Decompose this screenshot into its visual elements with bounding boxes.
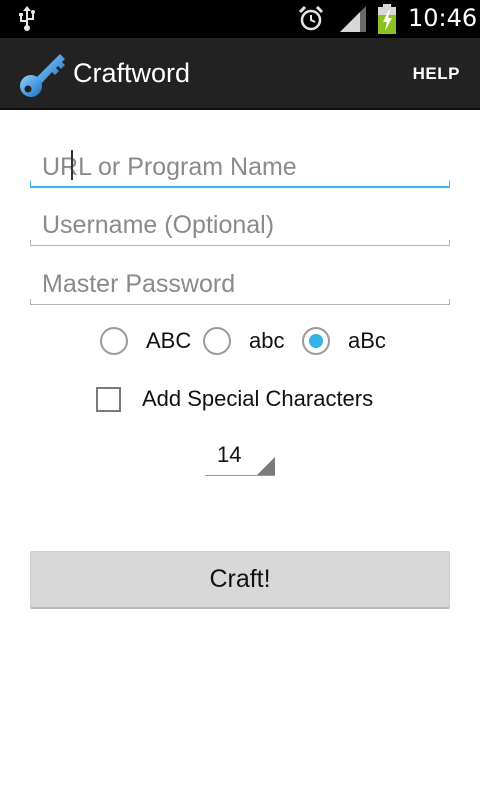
radio-circle-icon[interactable] bbox=[203, 327, 231, 355]
text-cursor bbox=[71, 150, 73, 180]
checkbox-box-icon[interactable] bbox=[96, 386, 121, 412]
password-underline bbox=[30, 299, 450, 305]
length-spinner[interactable]: 14 bbox=[205, 436, 275, 476]
status-clock: 10:46 bbox=[408, 4, 478, 32]
spinner-underline bbox=[205, 475, 275, 476]
url-field[interactable] bbox=[30, 142, 450, 188]
radio-mixedcase[interactable]: aBc bbox=[302, 322, 386, 360]
action-bar: Craftword HELP bbox=[0, 38, 480, 110]
username-input[interactable] bbox=[30, 200, 450, 246]
craft-button[interactable]: Craft! bbox=[30, 551, 450, 609]
checkbox-label: Add Special Characters bbox=[142, 386, 374, 411]
key-icon bbox=[20, 54, 65, 97]
special-characters-checkbox[interactable]: Add Special Characters bbox=[96, 384, 373, 414]
radio-uppercase[interactable]: ABC bbox=[100, 322, 191, 360]
radio-checked-icon[interactable] bbox=[302, 327, 330, 355]
radio-lowercase[interactable]: abc bbox=[203, 322, 284, 360]
help-button[interactable]: HELP bbox=[413, 64, 460, 84]
url-underline bbox=[30, 181, 450, 188]
spinner-dropdown-icon bbox=[257, 457, 275, 475]
battery-charging-icon bbox=[378, 4, 396, 34]
app-title: Craftword bbox=[73, 58, 191, 88]
length-value: 14 bbox=[217, 442, 242, 467]
alarm-icon bbox=[298, 6, 324, 31]
radio-label: abc bbox=[249, 328, 285, 353]
radio-label: ABC bbox=[146, 328, 192, 353]
master-password-input[interactable] bbox=[30, 259, 450, 305]
case-radio-group: ABC abc aBc bbox=[0, 322, 480, 360]
username-underline bbox=[30, 240, 450, 246]
url-input[interactable] bbox=[30, 142, 450, 188]
status-bar: 10:46 bbox=[0, 0, 480, 38]
radio-label: aBc bbox=[348, 328, 386, 353]
usb-icon bbox=[19, 6, 35, 31]
radio-circle-icon[interactable] bbox=[100, 327, 128, 355]
master-password-field[interactable] bbox=[30, 259, 450, 305]
username-field[interactable] bbox=[30, 200, 450, 246]
signal-icon bbox=[340, 6, 366, 32]
